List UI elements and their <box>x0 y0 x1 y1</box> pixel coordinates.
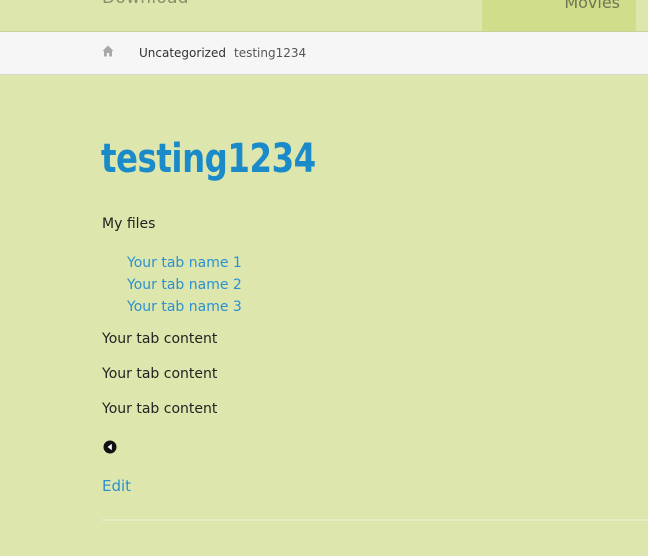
circle-left-arrow-icon[interactable] <box>103 440 117 454</box>
tab-list: Your tab name 1 Your tab name 2 Your tab… <box>127 252 242 318</box>
breadcrumb-category-link[interactable]: Uncategorized <box>139 46 226 60</box>
tab-item-1: Your tab name 1 <box>127 252 242 274</box>
tab-content-1: Your tab content <box>102 331 218 347</box>
content-divider <box>102 519 648 521</box>
tab-link-2[interactable]: Your tab name 2 <box>127 277 242 293</box>
tab-item-2: Your tab name 2 <box>127 274 242 296</box>
tab-item-3: Your tab name 3 <box>127 296 242 318</box>
tab-content-2: Your tab content <box>102 366 218 382</box>
download-link[interactable]: Download <box>102 0 189 8</box>
breadcrumb: Uncategorized testing1234 <box>0 32 648 75</box>
section-label: My files <box>102 216 156 232</box>
home-icon[interactable] <box>102 45 114 57</box>
page-title: testing1234 <box>101 136 316 182</box>
tab-link-3[interactable]: Your tab name 3 <box>127 299 242 315</box>
tab-link-1[interactable]: Your tab name 1 <box>127 255 242 271</box>
top-navigation-bar: Download Movies <box>0 0 648 32</box>
edit-link[interactable]: Edit <box>102 477 131 495</box>
breadcrumb-current-page: testing1234 <box>234 46 307 60</box>
tab-content-3: Your tab content <box>102 401 218 417</box>
nav-item-movies[interactable]: Movies <box>482 0 636 31</box>
nav-item-label: Movies <box>564 0 620 12</box>
